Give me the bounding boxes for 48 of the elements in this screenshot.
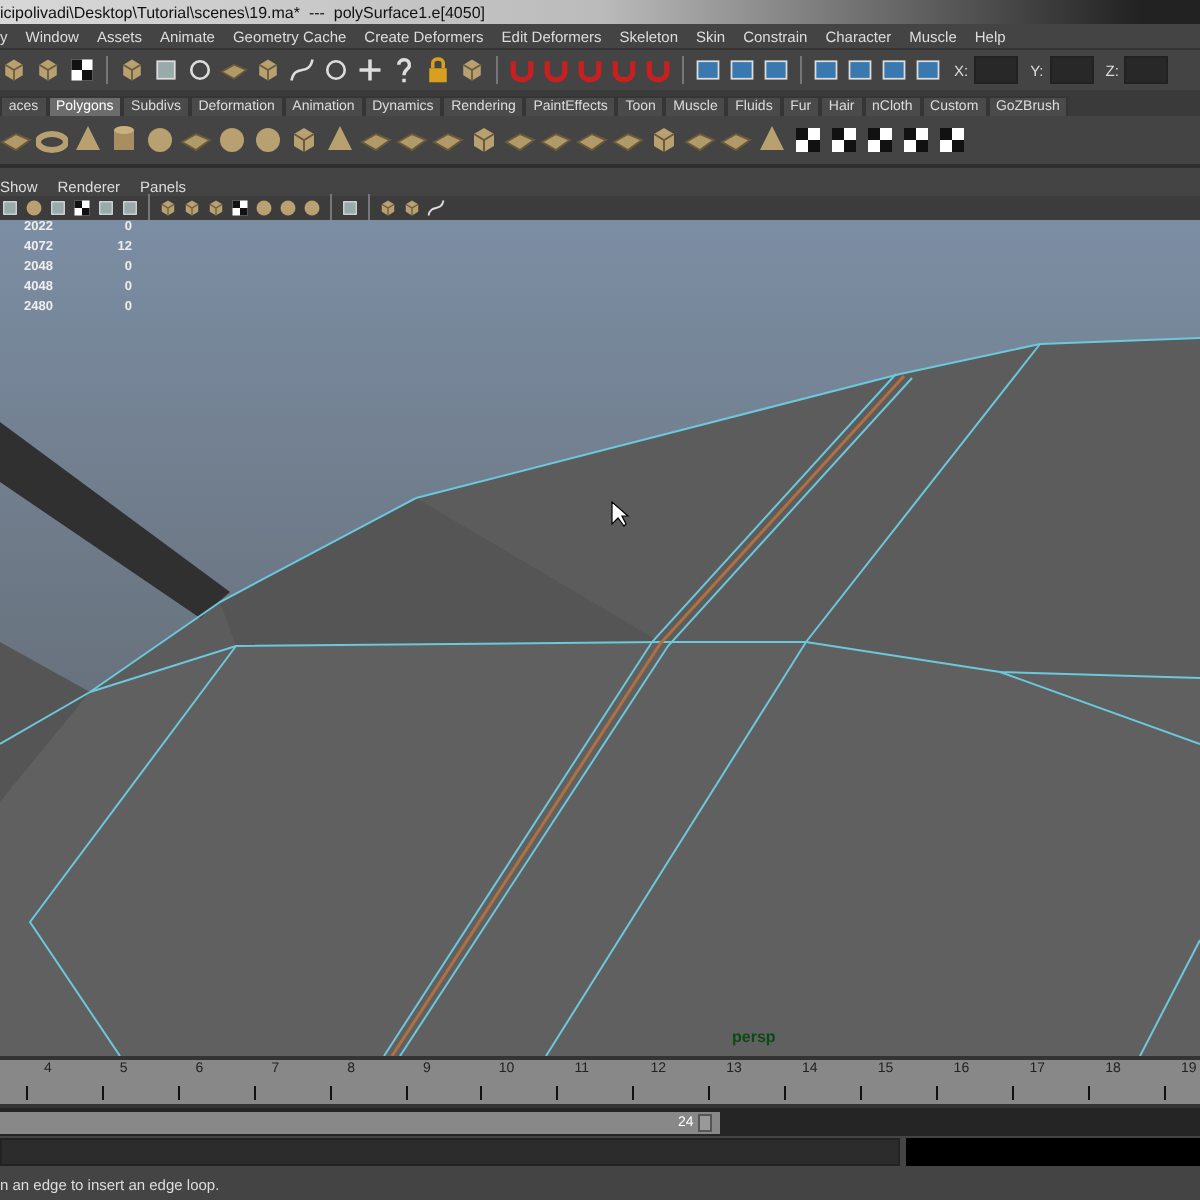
checker-icon[interactable] [792, 124, 824, 156]
cube-icon[interactable] [648, 124, 680, 156]
camera-label: persp [732, 1028, 776, 1046]
cone-icon[interactable] [324, 124, 356, 156]
checker-icon[interactable] [900, 124, 932, 156]
curve-icon[interactable] [288, 56, 316, 84]
coordinate-field[interactable] [1124, 56, 1169, 84]
cube-icon[interactable] [206, 198, 226, 218]
cylinder-icon[interactable] [108, 124, 140, 156]
checker-icon[interactable] [864, 124, 896, 156]
curve-icon[interactable] [426, 198, 446, 218]
cone-icon[interactable] [72, 124, 104, 156]
sphere-icon[interactable] [144, 124, 176, 156]
checker-icon[interactable] [72, 198, 92, 218]
cone-icon[interactable] [756, 124, 788, 156]
checker-icon[interactable] [936, 124, 968, 156]
cube-icon[interactable] [254, 56, 282, 84]
circle-icon[interactable] [186, 56, 214, 84]
cube-icon[interactable] [288, 124, 320, 156]
square-icon[interactable] [120, 198, 140, 218]
cube-icon[interactable] [0, 56, 28, 84]
checker-icon[interactable] [68, 56, 96, 84]
sphere-icon[interactable] [24, 198, 44, 218]
circle-icon[interactable] [322, 56, 350, 84]
sphere-icon[interactable] [252, 124, 284, 156]
cube-icon[interactable] [402, 198, 422, 218]
cube-icon[interactable] [458, 56, 486, 84]
coordinate-field[interactable] [1049, 56, 1094, 84]
square-icon[interactable] [0, 198, 20, 218]
cube-icon[interactable] [34, 56, 62, 84]
checker-icon[interactable] [828, 124, 860, 156]
checker-icon[interactable] [230, 198, 250, 218]
command-line-field[interactable] [0, 1138, 900, 1166]
cursor-icon [611, 500, 630, 527]
square-icon[interactable] [96, 198, 116, 218]
window-title: icipolivadi\Desktop\Tutorial\scenes\19.ma* --- polySurface1.e[4050] [0, 3, 485, 21]
square-icon[interactable] [152, 56, 180, 84]
cube-icon[interactable] [118, 56, 146, 84]
plus-icon[interactable] [356, 56, 384, 84]
lock-icon[interactable] [424, 56, 452, 84]
square-icon[interactable] [48, 198, 68, 218]
cube-icon[interactable] [468, 124, 500, 156]
cube-icon[interactable] [378, 198, 398, 218]
cube-icon[interactable] [182, 198, 202, 218]
square-icon[interactable] [340, 198, 360, 218]
sphere-icon[interactable] [216, 124, 248, 156]
coordinate-field[interactable] [974, 56, 1019, 84]
cube-icon[interactable] [158, 198, 178, 218]
